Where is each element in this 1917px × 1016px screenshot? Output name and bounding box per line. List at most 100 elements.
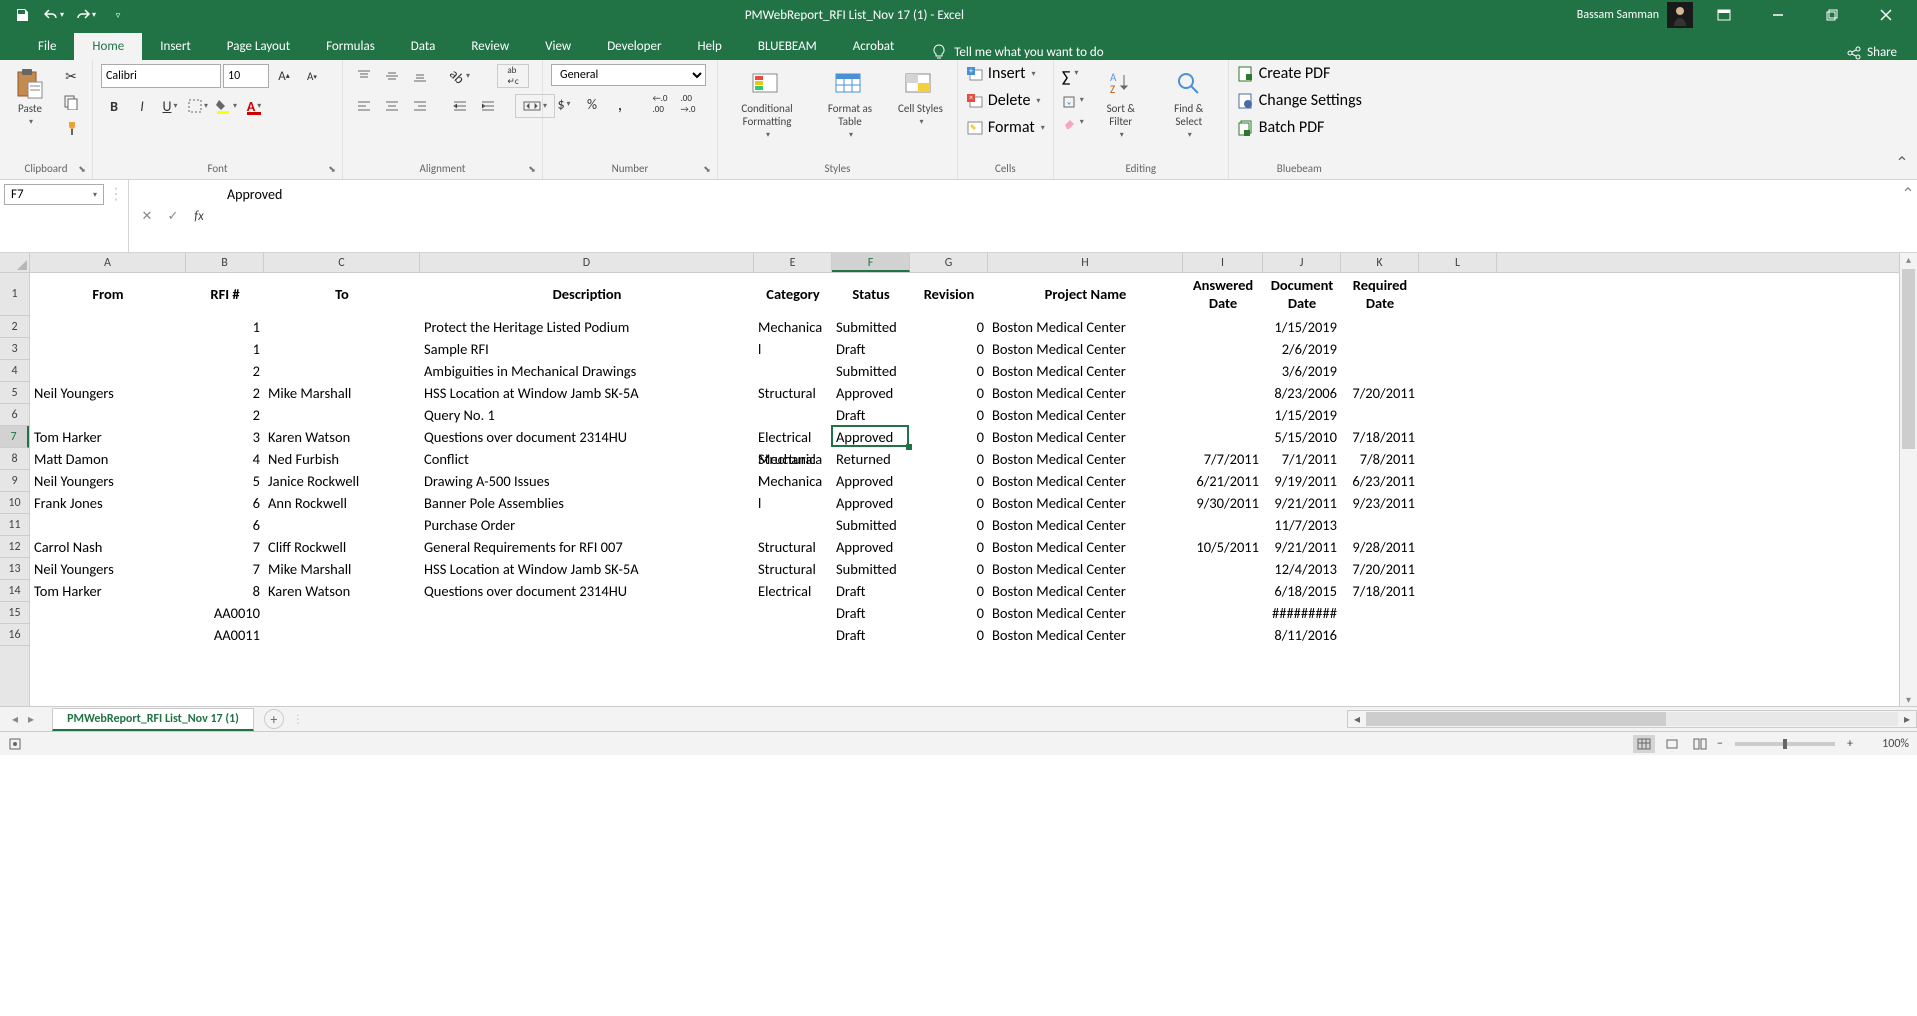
cell[interactable]: AA0011 [186,624,264,646]
row-header-2[interactable]: 2 [0,316,29,338]
zoom-level[interactable]: 100% [1859,737,1909,751]
cell[interactable] [1183,558,1263,580]
cell[interactable]: Boston Medical Center [988,448,1183,470]
cell[interactable]: Boston Medical Center [988,536,1183,558]
cell[interactable]: 8/11/2016 [1263,624,1341,646]
cell[interactable]: 6 [186,514,264,536]
batch-pdf-button[interactable]: Batch PDF [1237,118,1362,137]
cell[interactable]: Ann Rockwell [264,492,420,514]
cell[interactable]: 0 [910,514,988,536]
font-color-button[interactable]: A▾ [241,94,267,118]
hscroll-thumb[interactable] [1366,712,1666,726]
cell[interactable] [1341,316,1419,338]
cell[interactable]: 10/5/2011 [1183,536,1263,558]
cell[interactable] [1341,602,1419,624]
cell[interactable] [1183,580,1263,602]
cell[interactable]: 2 [186,360,264,382]
sheet-next[interactable]: ▸ [24,710,38,729]
row-header-4[interactable]: 4 [0,360,29,382]
insert-button[interactable]: +Insert▾ [966,64,1045,83]
cell[interactable] [1183,360,1263,382]
cell[interactable] [1183,602,1263,624]
decrease-decimal-button[interactable]: .00→.0 [675,92,701,116]
cell[interactable]: 0 [910,470,988,492]
header-cell[interactable]: Description [420,273,754,316]
cell[interactable] [1419,316,1497,338]
cell[interactable]: 7/20/2011 [1341,558,1419,580]
cell[interactable] [1183,624,1263,646]
row-header-3[interactable]: 3 [0,338,29,360]
cell[interactable]: 0 [910,360,988,382]
tab-view[interactable]: View [527,33,589,60]
cell[interactable] [420,624,754,646]
col-header-E[interactable]: E [754,253,832,272]
col-header-A[interactable]: A [30,253,186,272]
cell[interactable]: Draft [832,338,910,360]
page-break-view-button[interactable] [1689,735,1711,753]
cell[interactable] [1419,580,1497,602]
col-header-J[interactable]: J [1263,253,1341,272]
autosum-icon[interactable]: ∑ [1062,68,1071,87]
cell[interactable] [264,514,420,536]
conditional-formatting-button[interactable]: Conditional Formatting▾ [726,64,808,144]
cell[interactable]: 7/20/2011 [1341,382,1419,404]
col-header-I[interactable]: I [1183,253,1263,272]
cell[interactable]: Submitted [832,558,910,580]
row-header-8[interactable]: 8 [0,448,29,470]
sort-filter-button[interactable]: AZ Sort & Filter▾ [1090,64,1152,144]
fill-color-button[interactable]: ▾ [213,94,239,118]
tab-formulas[interactable]: Formulas [308,33,393,60]
expand-formula-bar[interactable]: ⌃ [1899,180,1917,252]
zoom-in-button[interactable]: + [1847,737,1853,751]
clipboard-launcher[interactable]: ⬊ [76,163,88,175]
cell[interactable]: 7 [186,558,264,580]
close-button[interactable] [1863,0,1909,30]
align-bottom-button[interactable] [407,64,433,88]
change-settings-button[interactable]: Change Settings [1237,91,1362,110]
name-box[interactable]: F7▾ [4,184,104,205]
cell[interactable]: Janice Rockwell [264,470,420,492]
normal-view-button[interactable] [1633,735,1655,753]
increase-decimal-button[interactable]: ←.0.00 [647,92,673,116]
cell[interactable]: Neil Youngers [30,558,186,580]
cell[interactable]: Draft [832,404,910,426]
cell-styles-button[interactable]: Cell Styles▾ [892,64,949,131]
row-headers[interactable]: 12345678910111213141516 [0,273,30,706]
cell[interactable] [264,602,420,624]
cell[interactable]: 9/23/2011 [1341,492,1419,514]
share-button[interactable]: Share [1847,45,1897,60]
cell[interactable]: Mike Marshall [264,382,420,404]
cell[interactable]: Purchase Order [420,514,754,536]
cell[interactable]: Submitted [832,514,910,536]
cell[interactable]: 7/8/2011 [1341,448,1419,470]
cell[interactable]: 2 [186,382,264,404]
cell[interactable] [754,624,832,646]
cell[interactable] [1341,514,1419,536]
decrease-font-button[interactable]: A▾ [299,64,325,88]
cell[interactable] [1183,426,1263,448]
cell[interactable]: Carrol Nash [30,536,186,558]
cell[interactable]: AA0010 [186,602,264,624]
wrap-text-button[interactable]: ab↵c [497,64,529,88]
formula-input[interactable]: Approved [217,180,1899,252]
cell[interactable] [1183,404,1263,426]
undo-button[interactable]: ▾ [40,3,68,27]
cell[interactable]: Cliff Rockwell [264,536,420,558]
cell[interactable]: 0 [910,558,988,580]
header-cell[interactable]: Answered Date [1183,273,1263,316]
align-right-button[interactable] [407,94,433,118]
cell[interactable]: Boston Medical Center [988,558,1183,580]
cell[interactable]: 8 [186,580,264,602]
cell[interactable]: Neil Youngers [30,382,186,404]
col-header-H[interactable]: H [988,253,1183,272]
cell[interactable]: 0 [910,624,988,646]
cell[interactable] [30,514,186,536]
cell[interactable]: 5/15/2010 [1263,426,1341,448]
tab-bluebeam[interactable]: BLUEBEAM [740,33,835,60]
cell[interactable]: Electrical [754,426,832,448]
page-layout-view-button[interactable] [1661,735,1683,753]
cell[interactable]: Ambiguities in Mechanical Drawings [420,360,754,382]
cell[interactable] [30,404,186,426]
cell[interactable] [30,338,186,360]
cell[interactable]: Boston Medical Center [988,316,1183,338]
